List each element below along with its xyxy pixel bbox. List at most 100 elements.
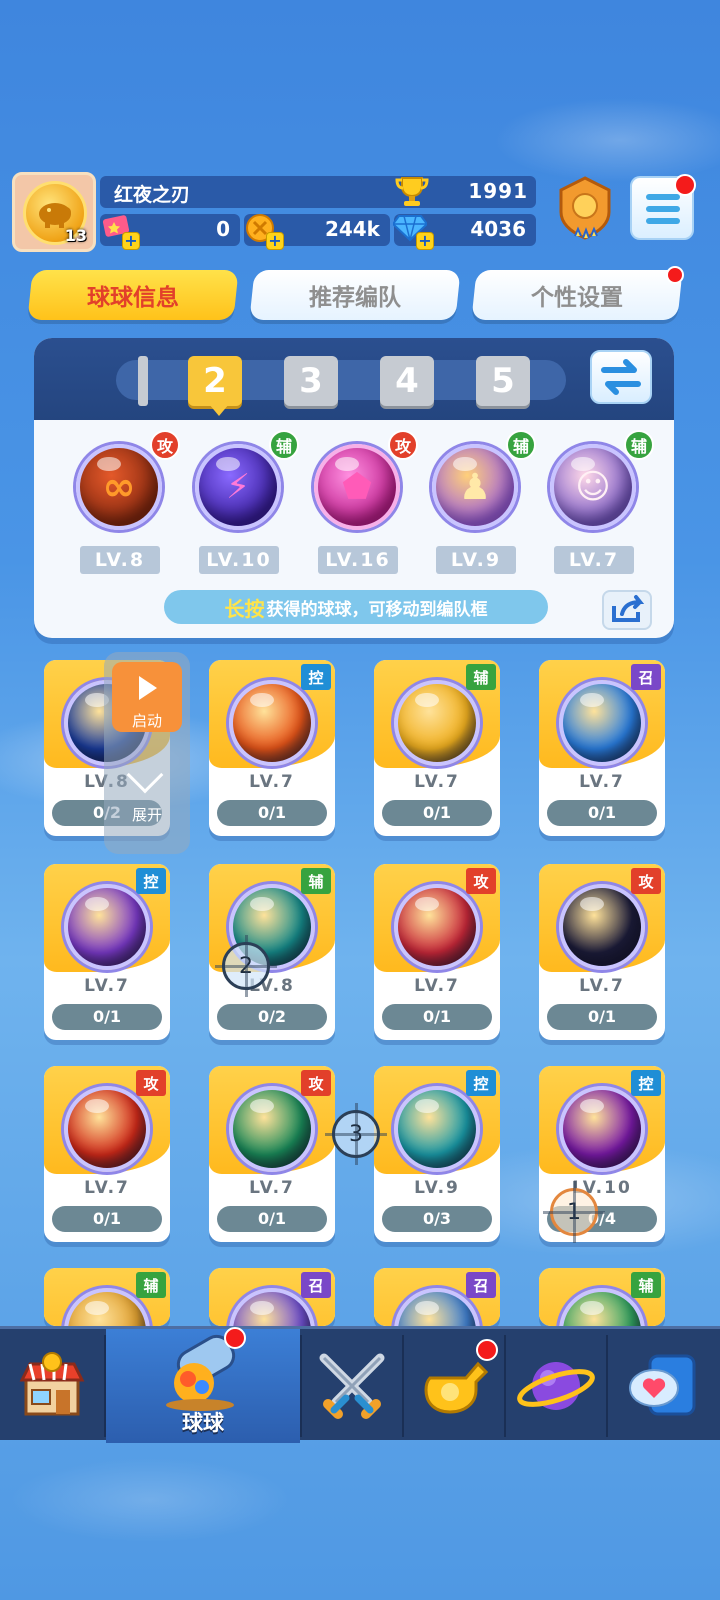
clone-ball-icon: ♟ [432, 444, 518, 530]
ball-card[interactable]: 召 [209, 1268, 335, 1326]
player-name-bar: 红夜之刃 1991 [100, 176, 536, 208]
crossed-swords-icon [319, 1353, 385, 1419]
ball-fragment-count: 0/1 [52, 1206, 162, 1232]
ball-level: LV.7 [84, 1178, 130, 1198]
ball-level: LV.7 [579, 976, 625, 996]
ball-card[interactable]: 控 LV.9 0/3 [374, 1066, 500, 1242]
team-ball-2[interactable]: ⚡ 辅 [189, 430, 299, 538]
tab-ball-info[interactable]: 球球信息 [27, 270, 239, 320]
player-name: 红夜之刃 [114, 184, 191, 206]
expand-button[interactable]: 展开 [104, 804, 190, 825]
team-ball-4[interactable]: ♟ 辅 [426, 430, 536, 538]
nav-notification-dot [224, 1327, 246, 1349]
ticket-count: 0 [216, 217, 230, 241]
role-tag: 召 [631, 664, 661, 690]
auto-click-panel: 启动 展开 [104, 652, 190, 854]
role-tag: 控 [301, 664, 331, 690]
team-ball-2-level: LV.10 [199, 546, 279, 574]
role-tag: 控 [631, 1070, 661, 1096]
launch-button[interactable]: 启动 [112, 662, 182, 732]
diamond-resource[interactable]: + 4036 [393, 214, 536, 250]
tap-marker-3: 3 [325, 1103, 387, 1165]
trophy-count: 1991 [468, 179, 528, 203]
girl-ball-icon: ☺ [550, 444, 636, 530]
trophy-icon [395, 177, 429, 206]
add-gold-button[interactable]: + [266, 232, 284, 250]
ball-card[interactable]: 控 LV.7 0/1 [44, 864, 170, 1040]
star-ball-icon [229, 680, 315, 766]
menu-button[interactable] [630, 174, 696, 240]
role-support-tag: 辅 [624, 430, 654, 460]
ball-fragment-count: 0/1 [217, 1206, 327, 1232]
ball-card[interactable]: 攻 LV.7 0/1 [44, 1066, 170, 1242]
ball-card[interactable]: 攻 LV.7 0/1 [374, 864, 500, 1040]
ball-fragment-count: 0/1 [547, 800, 657, 826]
role-tag: 控 [136, 868, 166, 894]
nav-balls[interactable]: 球球 [106, 1327, 300, 1443]
role-tag: 辅 [136, 1272, 166, 1298]
book-ball-icon [64, 884, 150, 970]
team-slot-bar: 2 3 4 5 [34, 338, 674, 420]
team-ball-3[interactable]: ⬟ 攻 [308, 430, 418, 538]
ball-card[interactable]: 攻 LV.7 0/1 [539, 864, 665, 1040]
ball-level: LV.7 [249, 1178, 295, 1198]
notification-dot [674, 174, 696, 196]
ball-fragment-count: 0/1 [52, 1004, 162, 1030]
add-diamond-button[interactable]: + [416, 232, 434, 250]
drag-hint: 长按 获得的球球，可移动到编队框 [164, 590, 548, 624]
team-ball-1[interactable]: ∞ 攻 [70, 430, 180, 538]
nav-social[interactable] [608, 1329, 720, 1443]
nav-shop[interactable] [0, 1329, 104, 1443]
ball-card[interactable]: 控 LV.7 0/1 [209, 660, 335, 836]
role-tag: 辅 [466, 664, 496, 690]
share-button[interactable] [602, 590, 652, 630]
role-tag: 召 [466, 1272, 496, 1298]
team-slot-3[interactable]: 3 [284, 356, 338, 406]
ball-level: LV.7 [414, 976, 460, 996]
ball-card[interactable]: 召 LV.7 0/1 [539, 660, 665, 836]
swap-button[interactable] [590, 350, 652, 404]
ball-fragment-count: 0/3 [382, 1206, 492, 1232]
team-ball-3-level: LV.16 [318, 546, 398, 574]
tap-marker-1: 1 [543, 1181, 605, 1243]
nav-whistle[interactable] [404, 1329, 504, 1443]
team-slot-2[interactable]: 2 [188, 356, 242, 406]
rune-ball-icon [559, 1086, 645, 1172]
team-slot-4[interactable]: 4 [380, 356, 434, 406]
wave-ball-icon [394, 1086, 480, 1172]
ball-card[interactable]: 辅 [539, 1268, 665, 1326]
prism-ball-icon [394, 884, 480, 970]
player-avatar[interactable]: 13 [12, 172, 96, 252]
team-ball-5-level: LV.7 [554, 546, 634, 574]
team-slot-1[interactable] [138, 356, 148, 406]
ball-card[interactable]: 辅 [44, 1268, 170, 1326]
gold-resource[interactable]: + 244k [244, 214, 390, 250]
tap-marker-2: 2 [215, 935, 277, 997]
ball-card[interactable]: 攻 LV.7 0/1 [209, 1066, 335, 1242]
team-ball-5[interactable]: ☺ 辅 [544, 430, 654, 538]
rank-badge-icon[interactable] [556, 176, 614, 242]
ball-level: LV.7 [579, 772, 625, 792]
ball-level: LV.7 [249, 772, 295, 792]
nav-battle[interactable] [302, 1329, 402, 1443]
ball-card[interactable]: 辅 LV.7 0/1 [374, 660, 500, 836]
chat-heart-icon [629, 1354, 696, 1416]
nav-planet[interactable] [506, 1329, 606, 1443]
gold-count: 244k [324, 217, 380, 241]
team-panel: 2 3 4 5 ∞ 攻 LV.8 ⚡ 辅 LV.10 ⬟ 攻 LV.16 ♟ 辅… [34, 338, 674, 638]
bottom-nav: 球球 [0, 1326, 720, 1443]
team-ball-4-level: LV.9 [436, 546, 516, 574]
ball-fragment-count: 0/1 [217, 800, 327, 826]
role-tag: 攻 [136, 1070, 166, 1096]
add-ticket-button[interactable]: + [122, 232, 140, 250]
team-slot-5[interactable]: 5 [476, 356, 530, 406]
planet-icon [517, 1362, 595, 1410]
ticket-resource[interactable]: + 0 [100, 214, 240, 250]
role-tag: 辅 [301, 868, 331, 894]
tab-personal-settings[interactable]: 个性设置 [471, 270, 683, 320]
chevron-down-icon[interactable] [126, 756, 164, 794]
tab-recommended-team[interactable]: 推荐编队 [249, 270, 461, 320]
ball-fragment-count: 0/1 [382, 800, 492, 826]
role-tag: 控 [466, 1070, 496, 1096]
ball-card[interactable]: 召 [374, 1268, 500, 1326]
